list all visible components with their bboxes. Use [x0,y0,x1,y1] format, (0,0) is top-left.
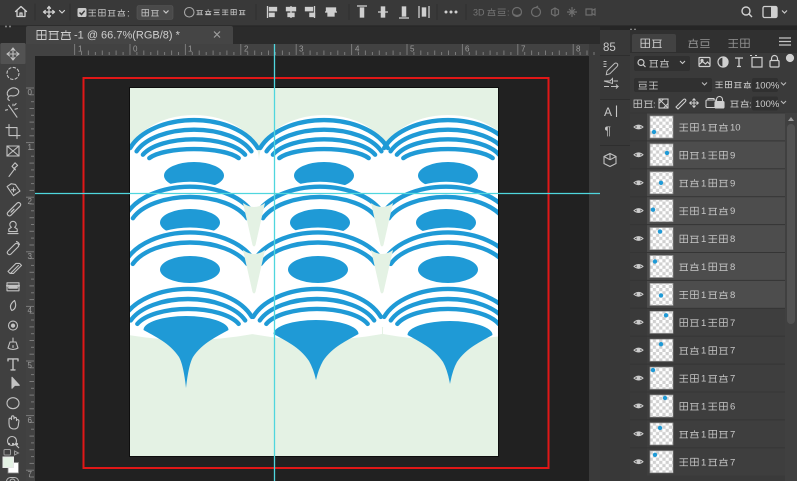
svg-text:1: 1 [78,45,83,54]
svg-text:8: 8 [730,262,735,273]
svg-text:-1 @ 66.7%(RGB/8) *: -1 @ 66.7%(RGB/8) * [74,30,181,42]
svg-text:1: 1 [701,290,706,301]
svg-text:3D: 3D [473,8,485,18]
svg-text:7: 7 [730,457,735,468]
svg-text::: : [127,9,130,20]
svg-text:100%: 100% [755,81,780,92]
svg-text:5: 5 [28,361,33,370]
svg-text:1: 1 [701,234,706,245]
svg-text:4: 4 [355,45,360,54]
svg-text::: : [653,100,656,111]
svg-text:9: 9 [730,150,735,161]
svg-text:7: 7 [730,374,735,385]
svg-text:1: 1 [701,206,706,217]
svg-text::: : [749,100,752,111]
svg-text:9: 9 [730,206,735,217]
svg-text:0: 0 [133,45,138,54]
svg-text:1: 1 [701,374,706,385]
svg-text:5: 5 [410,45,415,54]
svg-text:8: 8 [730,234,735,245]
svg-text:6: 6 [465,45,470,54]
svg-text:4: 4 [28,306,33,315]
svg-text:10: 10 [730,123,741,134]
svg-text:1: 1 [701,402,706,413]
svg-text:7: 7 [730,429,735,440]
svg-text:1: 1 [701,178,706,189]
svg-text:6: 6 [28,416,33,425]
svg-text:1: 1 [701,429,706,440]
svg-text:3: 3 [28,252,33,261]
svg-text::: : [507,8,510,18]
svg-text:2: 2 [28,197,33,206]
svg-text:100%: 100% [755,99,780,110]
svg-text:9: 9 [730,178,735,189]
svg-text:6: 6 [730,402,735,413]
svg-text:1: 1 [701,457,706,468]
svg-text:7: 7 [28,470,33,479]
svg-text:1: 1 [28,143,33,152]
svg-text:1: 1 [701,346,706,357]
svg-text::: : [746,81,749,92]
svg-text:85: 85 [603,42,616,54]
svg-text:1: 1 [701,262,706,273]
svg-text:7: 7 [730,318,735,329]
svg-text:7: 7 [521,45,526,54]
svg-text:1: 1 [701,150,706,161]
svg-text:¶: ¶ [605,124,611,138]
svg-text:1: 1 [701,123,706,134]
svg-text:0: 0 [28,88,33,97]
svg-text:8: 8 [576,45,581,54]
svg-text:3: 3 [299,45,304,54]
svg-text:7: 7 [730,346,735,357]
svg-text:1: 1 [188,45,193,54]
svg-text:2: 2 [244,45,249,54]
svg-text:8: 8 [730,290,735,301]
svg-text:A: A [604,105,612,119]
svg-text:1: 1 [701,318,706,329]
